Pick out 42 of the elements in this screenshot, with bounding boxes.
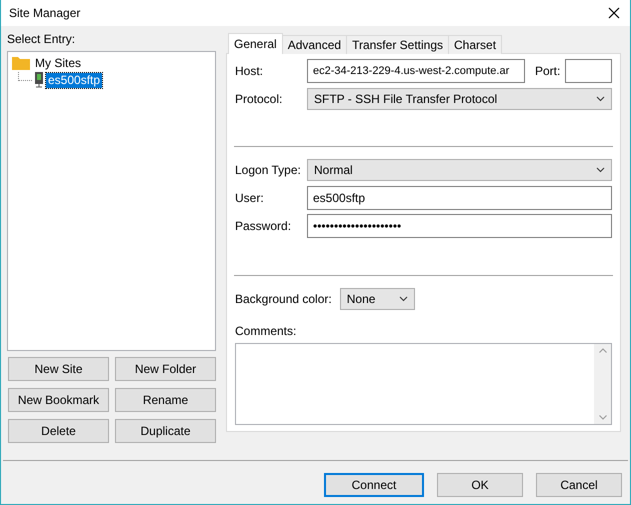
host-label: Host: bbox=[235, 64, 264, 78]
tree-item[interactable]: My Sites bbox=[33, 56, 84, 71]
logon-type-dropdown[interactable]: Normal bbox=[307, 159, 612, 182]
dialog-button[interactable]: Cancel bbox=[536, 472, 622, 497]
window-title: Site Manager bbox=[9, 6, 80, 20]
site-action-button[interactable]: Rename bbox=[115, 388, 216, 412]
comments-field[interactable] bbox=[235, 342, 612, 425]
protocol-label: Protocol: bbox=[235, 92, 284, 106]
site-action-button[interactable]: New Bookmark bbox=[8, 388, 109, 412]
tree-item[interactable]: es500sftp bbox=[46, 72, 102, 88]
password-field[interactable]: ••••••••••••••••••••• bbox=[307, 214, 612, 238]
host-field[interactable]: ec2-34-213-229-4.us-west-2.compute.ar bbox=[307, 58, 525, 83]
port-field[interactable] bbox=[565, 58, 612, 83]
caret-icon bbox=[596, 167, 606, 174]
scroll-up-icon[interactable] bbox=[598, 348, 607, 353]
user-label: User: bbox=[235, 191, 265, 206]
dialog-button[interactable]: Connect bbox=[324, 472, 424, 497]
select-entry-label: Select Entry: bbox=[7, 30, 76, 47]
logon-type-label: Logon Type: bbox=[235, 163, 302, 178]
protocol-dropdown[interactable]: SFTP - SSH File Transfer Protocol bbox=[307, 88, 612, 110]
server-icon bbox=[35, 72, 43, 88]
site-action-button[interactable]: New Folder bbox=[115, 356, 216, 381]
site-action-button[interactable]: Duplicate bbox=[115, 418, 216, 443]
tab[interactable]: Advanced bbox=[282, 34, 348, 54]
port-label: Port: bbox=[535, 62, 560, 79]
scrollbar[interactable] bbox=[594, 344, 612, 424]
folder-icon bbox=[12, 56, 30, 70]
close-icon[interactable] bbox=[608, 6, 620, 19]
user-field[interactable]: es500sftp bbox=[307, 186, 612, 210]
site-action-button[interactable]: Delete bbox=[8, 418, 109, 443]
dialog-button[interactable]: OK bbox=[437, 472, 523, 497]
tab[interactable]: Charset bbox=[448, 34, 502, 54]
tab[interactable]: General bbox=[228, 32, 283, 54]
caret-icon bbox=[398, 296, 408, 302]
scroll-down-icon[interactable] bbox=[598, 414, 607, 420]
site-action-button[interactable]: New Site bbox=[8, 356, 109, 381]
tab[interactable]: Transfer Settings bbox=[346, 34, 450, 54]
password-label: Password: bbox=[235, 219, 292, 234]
comments-label: Comments: bbox=[235, 322, 298, 339]
background-color-label: Background color: bbox=[235, 290, 332, 307]
background-color-dropdown[interactable]: None bbox=[340, 288, 415, 310]
caret-icon bbox=[596, 96, 606, 102]
